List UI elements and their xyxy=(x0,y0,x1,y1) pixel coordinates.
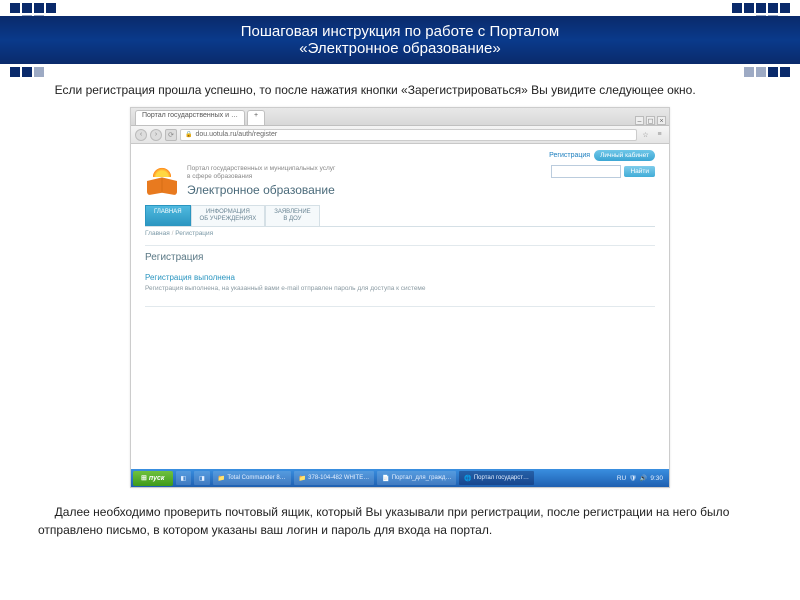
document-icon: 📄 xyxy=(382,475,389,482)
deco-square xyxy=(768,3,778,13)
window-controls: – ◻ × xyxy=(635,116,666,125)
page-viewport: Регистрация Личный кабинет Портал госуда… xyxy=(131,144,669,469)
deco-square xyxy=(780,3,790,13)
portal-header: Портал государственных и муниципальных у… xyxy=(145,165,655,205)
deco-square xyxy=(756,3,766,13)
registration-section: Регистрация Регистрация выполнена Регист… xyxy=(145,245,655,307)
deco-square xyxy=(780,67,790,77)
tab-label: ЗАЯВЛЕНИЕ xyxy=(274,209,310,216)
forward-button[interactable]: › xyxy=(150,129,162,141)
deco-square xyxy=(34,67,44,77)
screenshot-frame: Портал государственных и … + – ◻ × ‹ › ⟳… xyxy=(130,107,670,488)
taskbar-item[interactable]: 📁378-104-482 WHITE… xyxy=(294,471,375,485)
taskbar: ⊞ пуск ◧ ◨ 📁Total Commander 8… 📁378-104-… xyxy=(131,469,669,487)
tray-icon[interactable]: 🔊 xyxy=(640,475,647,482)
tab-label: ИНФОРМАЦИЯ xyxy=(200,209,257,216)
start-button[interactable]: ⊞ пуск xyxy=(133,471,173,486)
portal-main-title: Электронное образование xyxy=(187,181,335,197)
taskbar-item-label: Портал_для_гражд… xyxy=(392,475,452,481)
minimize-button[interactable]: – xyxy=(635,116,644,125)
portal-logo-icon xyxy=(145,165,179,195)
slide-title-line2: «Электронное образование» xyxy=(299,40,500,57)
browser-addressbar: ‹ › ⟳ 🔒 dou.uotula.ru/auth/register ☆ ≡ xyxy=(131,126,669,144)
bookmark-icon[interactable]: ☆ xyxy=(640,129,651,140)
intro-text: Если регистрация прошла успешно, то посл… xyxy=(38,82,762,99)
maximize-button[interactable]: ◻ xyxy=(646,116,655,125)
tab-label: ОБ УЧРЕЖДЕНИЯХ xyxy=(200,216,257,223)
breadcrumb-root[interactable]: Главная xyxy=(145,230,170,237)
taskbar-item-active[interactable]: 🌐Портал государст… xyxy=(459,471,534,485)
system-tray: RU 🛡 🔊 9:30 xyxy=(617,475,667,482)
deco-square xyxy=(744,3,754,13)
back-button[interactable]: ‹ xyxy=(135,129,147,141)
search-box: Найти xyxy=(551,165,655,178)
deco-square xyxy=(46,3,56,13)
taskbar-item[interactable]: 📄Портал_для_гражд… xyxy=(377,471,456,485)
clock[interactable]: 9:30 xyxy=(650,475,663,482)
breadcrumb: Главная / Регистрация xyxy=(145,227,655,245)
browser-icon: 🌐 xyxy=(464,475,471,482)
breadcrumb-current: Регистрация xyxy=(175,230,213,237)
tray-icon[interactable]: 🛡 xyxy=(629,475,637,482)
deco-square xyxy=(10,67,20,77)
tab-label: ГЛАВНАЯ xyxy=(154,209,182,216)
taskbar-item-label: 378-104-482 WHITE… xyxy=(308,475,369,481)
taskbar-item-label: Total Commander 8… xyxy=(227,475,285,481)
deco-square xyxy=(34,3,44,13)
search-button[interactable]: Найти xyxy=(624,166,655,177)
tab-label: В ДОУ xyxy=(274,216,310,223)
deco-square xyxy=(22,67,32,77)
close-button[interactable]: × xyxy=(657,116,666,125)
tab-application[interactable]: ЗАЯВЛЕНИЕ В ДОУ xyxy=(265,205,319,226)
tab-main[interactable]: ГЛАВНАЯ xyxy=(145,205,191,226)
status-text: Регистрация выполнена, на указанный вами… xyxy=(145,285,655,307)
status-heading: Регистрация выполнена xyxy=(145,273,655,285)
deco-square xyxy=(10,3,20,13)
outro-text: Далее необходимо проверить почтовый ящик… xyxy=(0,494,800,539)
taskbar-item-label: Портал государст… xyxy=(474,475,529,481)
lock-icon: 🔒 xyxy=(185,131,192,138)
slide-title-band: Пошаговая инструкция по работе с Портало… xyxy=(0,16,800,64)
tab-title: Портал государственных и … xyxy=(142,112,238,119)
reload-button[interactable]: ⟳ xyxy=(165,129,177,141)
browser-chrome: Портал государственных и … + – ◻ × ‹ › ⟳… xyxy=(131,108,669,144)
slide-header: Пошаговая инструкция по работе с Портало… xyxy=(0,0,800,72)
section-title: Регистрация xyxy=(145,252,655,273)
deco-square xyxy=(768,67,778,77)
top-links: Регистрация Личный кабинет xyxy=(145,150,655,161)
folder-icon: 📁 xyxy=(299,475,306,482)
lang-indicator[interactable]: RU xyxy=(617,475,626,482)
start-label: пуск xyxy=(149,475,165,482)
portal-subtitle-line2: в сфере образования xyxy=(187,173,335,181)
deco-square xyxy=(744,67,754,77)
browser-tabbar: Портал государственных и … + – ◻ × xyxy=(131,108,669,126)
tab-info[interactable]: ИНФОРМАЦИЯ ОБ УЧРЕЖДЕНИЯХ xyxy=(191,205,266,226)
taskbar-item[interactable]: 📁Total Commander 8… xyxy=(213,471,291,485)
slide-title-line1: Пошаговая инструкция по работе с Портало… xyxy=(241,23,560,40)
browser-tab[interactable]: Портал государственных и … xyxy=(135,110,245,125)
url-input[interactable]: 🔒 dou.uotula.ru/auth/register xyxy=(180,129,637,141)
folder-icon: 📁 xyxy=(218,475,225,482)
cabinet-button[interactable]: Личный кабинет xyxy=(594,150,655,161)
new-tab-button[interactable]: + xyxy=(247,110,265,125)
deco-square xyxy=(22,3,32,13)
menu-icon[interactable]: ≡ xyxy=(654,129,665,140)
url-text: dou.uotula.ru/auth/register xyxy=(195,131,277,138)
register-link[interactable]: Регистрация xyxy=(549,152,590,159)
deco-square xyxy=(732,3,742,13)
deco-square xyxy=(756,67,766,77)
quicklaunch-icon[interactable]: ◨ xyxy=(194,471,210,485)
quicklaunch-icon[interactable]: ◧ xyxy=(176,471,192,485)
search-input[interactable] xyxy=(551,165,621,178)
nav-tabs: ГЛАВНАЯ ИНФОРМАЦИЯ ОБ УЧРЕЖДЕНИЯХ ЗАЯВЛЕ… xyxy=(145,205,655,227)
windows-logo-icon: ⊞ xyxy=(141,474,147,482)
